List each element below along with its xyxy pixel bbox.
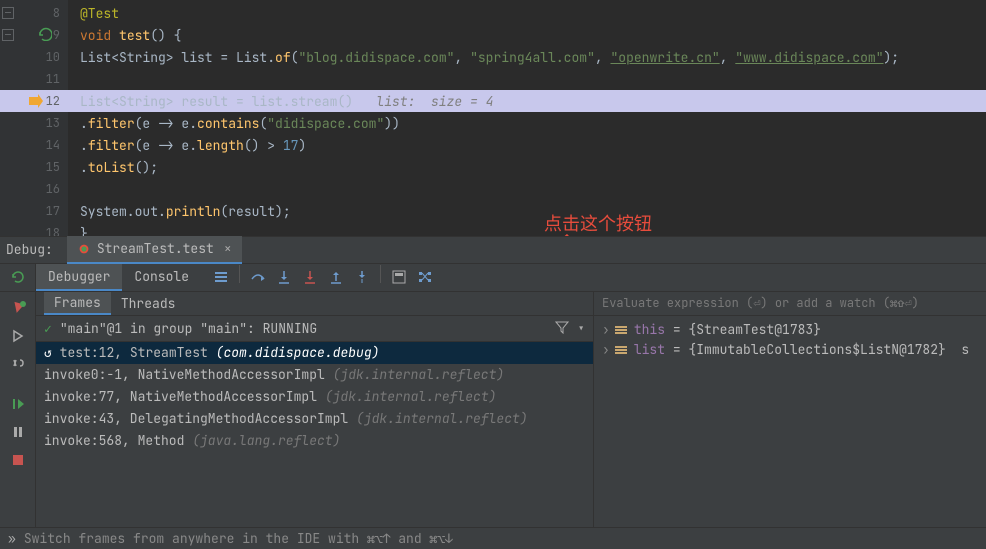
- line-number[interactable]: 17: [0, 200, 68, 222]
- stack-frame[interactable]: invoke:43, DelegatingMethodAccessorImpl …: [36, 408, 593, 430]
- line-number[interactable]: 10: [0, 46, 68, 68]
- evaluate-input[interactable]: Evaluate expression (⏎) or add a watch (…: [594, 292, 986, 316]
- hint-text: Switch frames from anywhere in the IDE w…: [24, 530, 453, 547]
- line-number[interactable]: 9: [0, 24, 68, 46]
- stack-list[interactable]: ↺ test:12, StreamTest (com.didispace.deb…: [36, 342, 593, 528]
- bug-icon: [77, 242, 91, 256]
- line-number[interactable]: 16: [0, 178, 68, 200]
- modify-run-icon[interactable]: [6, 324, 30, 348]
- stack-frame[interactable]: invoke:568, Method (java.lang.reflect): [36, 430, 593, 452]
- variable-icon: [614, 323, 628, 337]
- breakpoint-arrow-icon[interactable]: [28, 93, 44, 109]
- evaluate-expression-icon[interactable]: [387, 265, 411, 289]
- step-over-icon[interactable]: [246, 265, 270, 289]
- stack-frame[interactable]: invoke0:-1, NativeMethodAccessorImpl (jd…: [36, 364, 593, 386]
- annotation-text: 点击这个按钮: [544, 210, 652, 236]
- debug-label: Debug:: [6, 241, 53, 258]
- debug-body: Frames Threads ✓ "main"@1 in group "main…: [0, 292, 986, 528]
- thread-header-text: "main"@1 in group "main": RUNNING: [60, 320, 555, 337]
- debug-run-tab[interactable]: StreamTest.test ×: [67, 236, 242, 264]
- variables-list[interactable]: ›this = {StreamTest@1783}›list = {Immuta…: [594, 316, 986, 528]
- run-to-cursor-icon[interactable]: [350, 265, 374, 289]
- editor-area: 891011121314151617181920 @Test void test…: [0, 0, 986, 236]
- line-number[interactable]: 8: [0, 2, 68, 24]
- code-line[interactable]: void test() {: [68, 24, 986, 46]
- debug-tool-window-header: Debug: StreamTest.test ×: [0, 236, 986, 264]
- line-number[interactable]: 13: [0, 112, 68, 134]
- check-icon: ✓: [44, 320, 52, 337]
- force-step-into-icon[interactable]: [298, 265, 322, 289]
- code-line[interactable]: List<String> result = list.stream() list…: [68, 90, 986, 112]
- line-number[interactable]: 18: [0, 222, 68, 236]
- line-number[interactable]: 12: [0, 90, 68, 112]
- rerun-icon[interactable]: [10, 269, 26, 285]
- code-line[interactable]: .filter(e -> e.contains("didispace.com")…: [68, 112, 986, 134]
- fold-icon[interactable]: [2, 7, 14, 19]
- variables-panel: Evaluate expression (⏎) or add a watch (…: [594, 292, 986, 528]
- close-tab-icon[interactable]: ×: [224, 240, 232, 257]
- settings-icon[interactable]: [6, 352, 30, 376]
- variable-row[interactable]: ›this = {StreamTest@1783}: [594, 320, 986, 340]
- hint-bar: » Switch frames from anywhere in the IDE…: [0, 527, 986, 549]
- trace-stream-icon[interactable]: [413, 265, 437, 289]
- run-test-icon[interactable]: [38, 27, 52, 41]
- line-number[interactable]: 14: [0, 134, 68, 156]
- line-number[interactable]: 11: [0, 68, 68, 90]
- show-execution-point-icon[interactable]: [209, 265, 233, 289]
- code-line[interactable]: System.out.println(result);: [68, 200, 986, 222]
- debug-toolbar: Debugger Console: [0, 264, 986, 292]
- code-line[interactable]: List<String> list = List.of("blog.didisp…: [68, 46, 986, 68]
- frames-tab[interactable]: Frames: [44, 292, 111, 315]
- chevron-down-icon[interactable]: ▾: [577, 320, 585, 337]
- debug-side-actions: [0, 292, 36, 528]
- debug-tab-name: StreamTest.test: [97, 240, 214, 257]
- more-icon[interactable]: »: [8, 530, 16, 547]
- fold-icon[interactable]: [2, 29, 14, 41]
- variable-icon: [614, 343, 628, 357]
- code-line[interactable]: .toList();: [68, 156, 986, 178]
- resume-icon[interactable]: [6, 392, 30, 416]
- step-into-icon[interactable]: [272, 265, 296, 289]
- variable-row[interactable]: ›list = {ImmutableCollections$ListN@1782…: [594, 340, 986, 360]
- filter-icon[interactable]: [555, 320, 569, 334]
- line-number[interactable]: 15: [0, 156, 68, 178]
- frames-panel: Frames Threads ✓ "main"@1 in group "main…: [36, 292, 594, 528]
- debugger-tab[interactable]: Debugger: [36, 264, 122, 291]
- code-line[interactable]: [68, 68, 986, 90]
- stop-icon[interactable]: [6, 448, 30, 472]
- pause-icon[interactable]: [6, 420, 30, 444]
- stack-frame[interactable]: invoke:77, NativeMethodAccessorImpl (jdk…: [36, 386, 593, 408]
- rerun-debug-icon[interactable]: [6, 296, 30, 320]
- code-line[interactable]: @Test: [68, 2, 986, 24]
- code-line[interactable]: .filter(e -> e.length() > 17): [68, 134, 986, 156]
- gutter: 891011121314151617181920: [0, 0, 68, 236]
- code-line[interactable]: [68, 178, 986, 200]
- code-area[interactable]: @Test void test() { List<String> list = …: [68, 0, 986, 236]
- code-line[interactable]: }: [68, 222, 986, 236]
- console-tab[interactable]: Console: [122, 264, 201, 291]
- step-out-icon[interactable]: [324, 265, 348, 289]
- threads-tab[interactable]: Threads: [111, 292, 186, 315]
- stack-frame[interactable]: ↺ test:12, StreamTest (com.didispace.deb…: [36, 342, 593, 364]
- thread-selector[interactable]: ✓ "main"@1 in group "main": RUNNING ▾: [36, 316, 593, 342]
